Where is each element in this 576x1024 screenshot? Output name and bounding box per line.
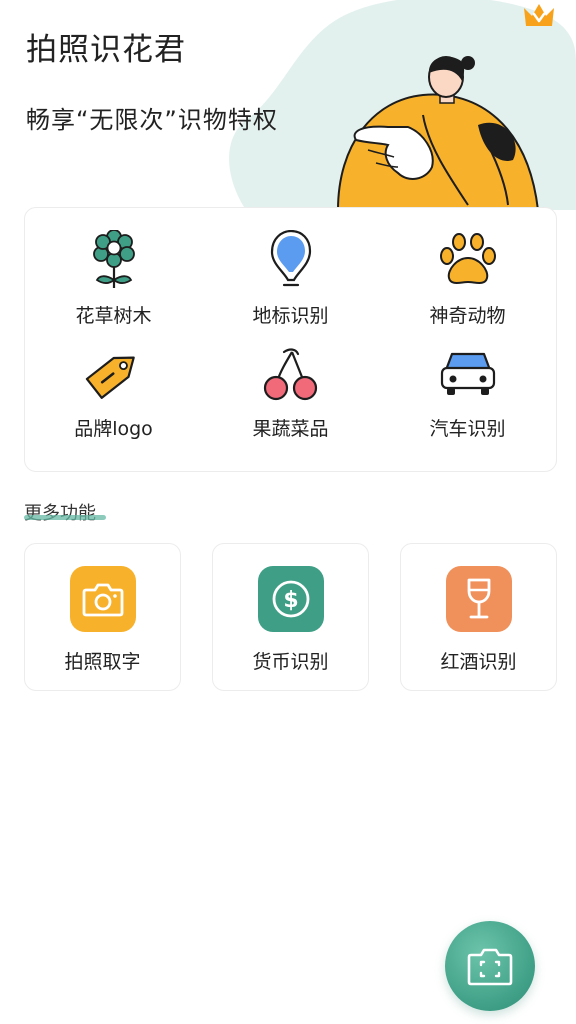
hero-illustration [336, 56, 540, 210]
feature-animals[interactable]: 神奇动物 [379, 230, 556, 328]
crown-icon[interactable] [520, 0, 558, 28]
car-icon [436, 343, 500, 403]
feature-car[interactable]: 汽车识别 [379, 343, 556, 441]
scan-camera-icon [467, 948, 513, 986]
more-label: 货币识别 [252, 651, 329, 673]
feature-card: 花草树木 地标识别 神奇动物 品牌logo 果蔬菜品 汽车识别 [24, 207, 557, 472]
feature-landmark[interactable]: 地标识别 [202, 230, 379, 328]
svg-text:$: $ [283, 588, 298, 613]
camera-icon [69, 566, 136, 632]
wine-glass-icon [445, 566, 512, 632]
more-features-row: 拍照取字 $ 货币识别 红酒识别 [24, 543, 557, 691]
feature-label: 神奇动物 [429, 305, 506, 327]
more-label: 拍照取字 [64, 651, 141, 673]
feature-label: 汽车识别 [429, 418, 506, 440]
more-label: 红酒识别 [440, 651, 517, 673]
coin-icon: $ [257, 566, 324, 632]
location-pin-icon [259, 230, 323, 290]
tag-icon [82, 343, 146, 403]
feature-brand-logo[interactable]: 品牌logo [25, 343, 202, 441]
paw-icon [436, 230, 500, 290]
feature-label: 地标识别 [252, 305, 329, 327]
vip-slogan: 畅享“无限次”识物特权 [26, 106, 278, 134]
more-features-title: 更多功能 [24, 503, 96, 524]
feature-label: 品牌logo [74, 418, 153, 440]
feature-label: 花草树木 [75, 305, 152, 327]
app-title: 拍照识花君 [26, 32, 186, 68]
more-text-recognition[interactable]: 拍照取字 [24, 543, 181, 691]
section-underline [24, 515, 106, 520]
more-currency-recognition[interactable]: $ 货币识别 [212, 543, 369, 691]
feature-label: 果蔬菜品 [252, 418, 329, 440]
flower-icon [82, 230, 146, 290]
feature-grid: 花草树木 地标识别 神奇动物 品牌logo 果蔬菜品 汽车识别 [25, 230, 556, 441]
feature-produce[interactable]: 果蔬菜品 [202, 343, 379, 441]
feature-plants[interactable]: 花草树木 [25, 230, 202, 328]
more-wine-recognition[interactable]: 红酒识别 [400, 543, 557, 691]
camera-scan-button[interactable] [445, 921, 535, 1011]
cherry-icon [259, 343, 323, 403]
